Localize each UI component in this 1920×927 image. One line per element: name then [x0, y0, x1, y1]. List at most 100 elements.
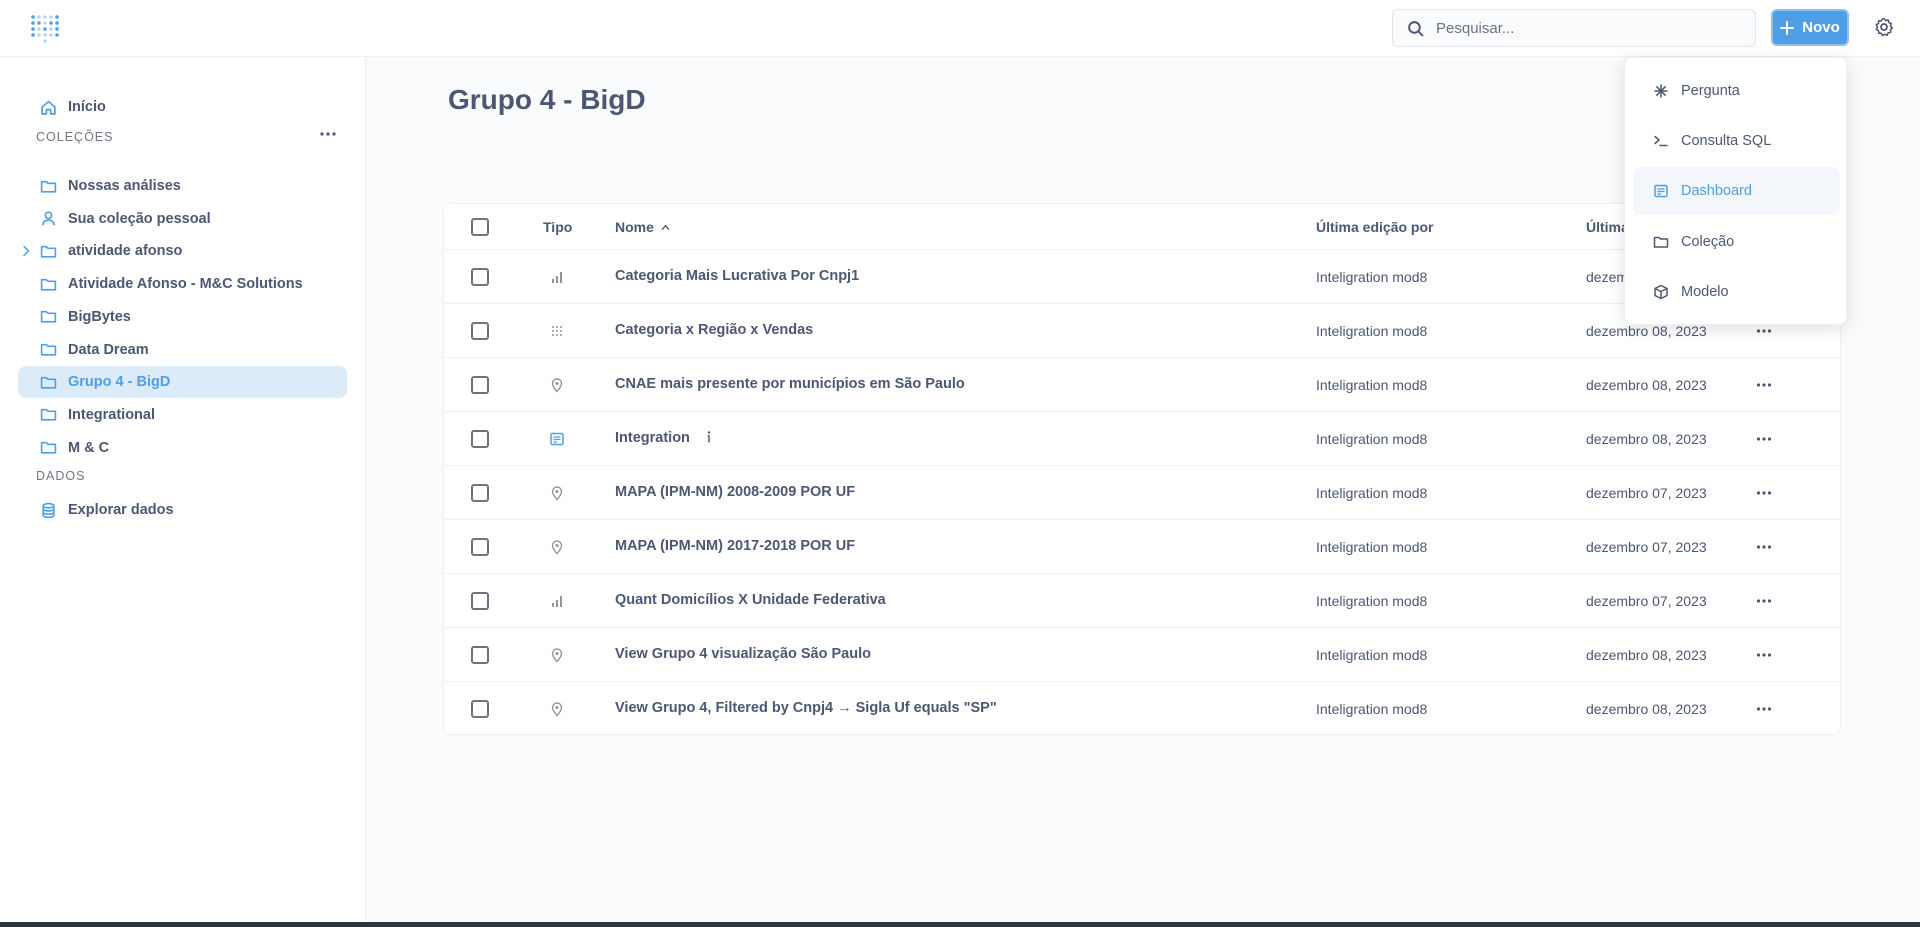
item-name[interactable]: Categoria x Região x Vendas — [615, 322, 813, 338]
table-row[interactable]: MAPA (IPM-NM) 2008-2009 POR UF Inteligrat… — [444, 466, 1840, 520]
item-last-edited-date: dezembro 07, 2023 — [1586, 593, 1707, 609]
pin-icon — [551, 702, 563, 717]
plus-icon — [1780, 20, 1795, 35]
row-checkbox[interactable] — [471, 592, 489, 610]
item-last-edited-date: dezembro 08, 2023 — [1586, 323, 1707, 339]
sql-icon — [1654, 135, 1668, 147]
gear-icon[interactable] — [1874, 17, 1894, 37]
sidebar-item-collection[interactable]: Grupo 4 - BigD — [18, 366, 347, 399]
data-heading: DADOS — [36, 469, 86, 483]
pin-icon — [551, 648, 563, 663]
item-last-edited-date: dezembro 08, 2023 — [1586, 431, 1707, 447]
sidebar-item-label: BigBytes — [68, 308, 131, 325]
item-last-editor: Inteligration mod8 — [1316, 539, 1428, 555]
item-name-label: MAPA (IPM-NM) 2008-2009 POR UF — [615, 484, 856, 500]
item-name[interactable]: Categoria Mais Lucrativa Por Cnpj1 — [615, 268, 859, 284]
question-icon — [1654, 84, 1668, 98]
table-row[interactable]: Quant Domicílios X Unidade Federativa Int… — [444, 574, 1840, 628]
item-last-editor: Inteligration mod8 — [1316, 485, 1428, 501]
sort-ascending-icon — [661, 224, 670, 230]
new-button[interactable]: Novo — [1771, 9, 1849, 46]
column-header-name[interactable]: Nome — [615, 219, 670, 235]
row-checkbox[interactable] — [471, 376, 489, 394]
sidebar-item-label: Nossas análises — [68, 178, 181, 194]
more-options-icon[interactable] — [318, 124, 338, 144]
folder-icon — [40, 442, 57, 454]
new-button-label: Novo — [1802, 19, 1840, 36]
new-menu-item[interactable]: Pergunta — [1633, 67, 1840, 115]
sidebar-item-collection[interactable]: Data Dream — [18, 334, 347, 366]
column-header-name-label: Nome — [615, 219, 654, 235]
row-checkbox[interactable] — [471, 268, 489, 286]
item-last-editor: Inteligration mod8 — [1316, 701, 1428, 717]
sidebar-item-collection[interactable]: BigBytes — [18, 301, 347, 333]
info-icon[interactable] — [702, 430, 716, 444]
bottom-edge — [0, 922, 1920, 927]
row-actions-icon[interactable] — [1755, 592, 1773, 610]
sidebar: Início COLEÇÕES Nossas análises Sua coleç… — [0, 57, 366, 927]
item-name[interactable]: Integration — [615, 430, 716, 446]
sidebar-item-home[interactable]: Início — [18, 91, 347, 123]
column-header-date[interactable]: Última — [1586, 219, 1629, 235]
new-menu-item[interactable]: Modelo — [1633, 268, 1840, 316]
dashboard-icon — [1654, 185, 1668, 198]
sidebar-item-collection[interactable]: atividade afonso — [18, 235, 347, 267]
folder-icon — [40, 376, 57, 389]
table-row[interactable]: Integration Inteligration mod8 dezembro 08… — [444, 412, 1840, 466]
grid-icon — [552, 326, 562, 336]
row-checkbox[interactable] — [471, 484, 489, 502]
table-row[interactable]: View Grupo 4 visualização São Paulo Intel… — [444, 628, 1840, 682]
sidebar-item-collection[interactable]: Integrational — [18, 399, 347, 431]
folder-icon — [40, 409, 57, 421]
folder-icon — [40, 311, 57, 323]
item-name[interactable]: View Grupo 4, Filtered by Cnpj4 → Sigla … — [615, 700, 997, 716]
row-actions-icon[interactable] — [1755, 484, 1773, 502]
column-header-editor[interactable]: Última edição por — [1316, 219, 1433, 235]
search-bar[interactable] — [1392, 9, 1756, 47]
row-actions-icon[interactable] — [1755, 646, 1773, 664]
row-actions-icon[interactable] — [1755, 700, 1773, 718]
sidebar-item-label: Sua coleção pessoal — [68, 210, 211, 227]
item-name[interactable]: CNAE mais presente por municípios em São… — [615, 376, 965, 392]
row-checkbox[interactable] — [471, 322, 489, 340]
row-checkbox[interactable] — [471, 700, 489, 718]
search-input[interactable] — [1436, 19, 1736, 37]
row-actions-icon[interactable] — [1755, 430, 1773, 448]
table-row[interactable]: CNAE mais presente por municípios em São… — [444, 358, 1840, 412]
sidebar-item-collection[interactable]: Nossas análises — [18, 170, 347, 202]
sidebar-item-collection[interactable]: Atividade Afonso - M&C Solutions — [18, 268, 347, 300]
home-icon — [41, 100, 56, 115]
row-checkbox[interactable] — [471, 430, 489, 448]
sidebar-item-collection[interactable]: M & C — [18, 432, 347, 464]
item-name[interactable]: View Grupo 4 visualização São Paulo — [615, 646, 871, 662]
item-last-editor: Inteligration mod8 — [1316, 431, 1428, 447]
sidebar-item-label: atividade afonso — [68, 243, 183, 260]
new-menu-item[interactable]: Dashboard — [1633, 167, 1840, 216]
table-row[interactable]: View Grupo 4, Filtered by Cnpj4 → Sigla … — [444, 682, 1840, 736]
select-all-checkbox[interactable] — [471, 218, 489, 236]
row-checkbox[interactable] — [471, 646, 489, 664]
folder-icon — [1653, 236, 1669, 248]
table-row[interactable]: MAPA (IPM-NM) 2017-2018 POR UF Inteligrat… — [444, 520, 1840, 574]
item-name-label: View Grupo 4 visualização São Paulo — [615, 646, 871, 662]
item-last-edited-date: dezembro 07, 2023 — [1586, 485, 1707, 501]
dashboard-icon — [550, 432, 564, 446]
metabase-logo-icon[interactable] — [30, 14, 60, 44]
sidebar-item-label: Data Dream — [68, 341, 149, 358]
row-checkbox[interactable] — [471, 538, 489, 556]
item-name[interactable]: MAPA (IPM-NM) 2008-2009 POR UF — [615, 484, 855, 500]
row-actions-icon[interactable] — [1755, 376, 1773, 394]
sidebar-item-collection[interactable]: Sua coleção pessoal — [18, 203, 347, 235]
row-actions-icon[interactable] — [1755, 538, 1773, 556]
new-menu-item[interactable]: Coleção — [1633, 218, 1840, 266]
sidebar-item-label: Atividade Afonso - M&C Solutions — [68, 276, 303, 293]
column-header-type[interactable]: Tipo — [543, 219, 572, 235]
item-name[interactable]: Quant Domicílios X Unidade Federativa — [615, 592, 886, 608]
sidebar-item-explore-data[interactable]: Explorar dados — [18, 494, 347, 526]
item-name-label: Quant Domicílios X Unidade Federativa — [615, 592, 886, 608]
new-menu-item[interactable]: Consulta SQL — [1633, 117, 1840, 165]
sidebar-item-label: M & C — [68, 439, 110, 456]
item-name[interactable]: MAPA (IPM-NM) 2017-2018 POR UF — [615, 538, 855, 554]
new-menu-item-label: Coleção — [1681, 233, 1735, 250]
database-icon — [42, 502, 55, 518]
